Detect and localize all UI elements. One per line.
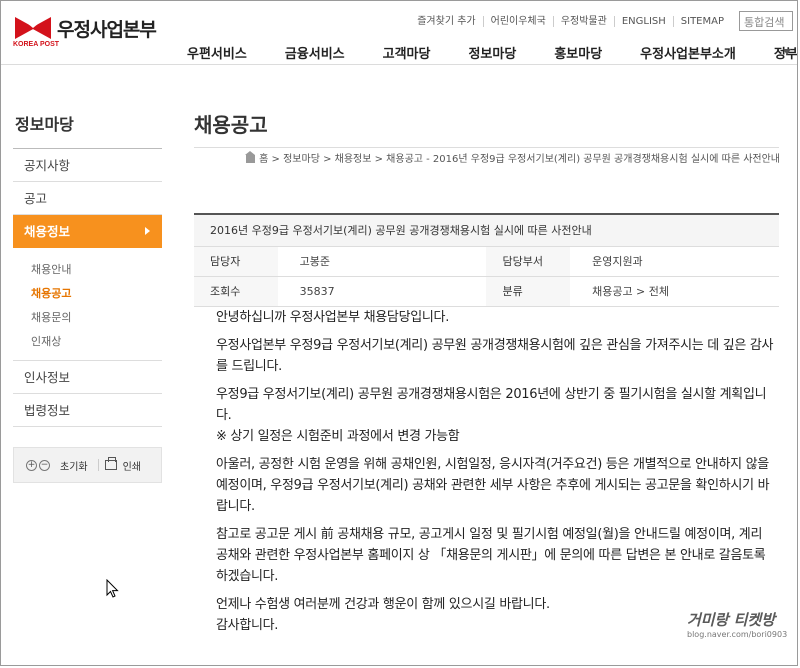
util-museum-link[interactable]: 우정박물관 [552,15,614,27]
page-title: 채용공고 [194,113,268,137]
site-header: 우정사업본부 KOREA POST 즐겨찾기 추가 어린이우체국 우정박물관 E… [1,1,797,65]
util-kids-link[interactable]: 어린이우체국 [482,15,553,27]
watermark-title: 거미랑 티켓방 [687,611,776,629]
breadcrumb: 홈 > 정보마당 > 채용정보 > 채용공고 - 2016년 우정9급 우정서기… [200,151,780,167]
table-row: 담당자 고봉준 담당부서 운영지원과 [194,247,779,277]
sub-item-recruit-notice[interactable]: 채용공고 [31,282,162,306]
main-content: 채용공고 홈 > 정보마당 > 채용정보 > 채용공고 - 2016년 우정9급… [194,101,780,633]
body-note: ※ 상기 일정은 시험준비 과정에서 변경 가능함 [216,429,460,444]
body-paragraph: 우정사업본부 우정9급 우정서기보(계리) 공무원 공개경쟁채용시험에 깊은 관… [216,338,774,374]
print-button[interactable]: 인쇄 [123,458,141,473]
post-title: 2016년 우정9급 우정서기보(계리) 공무원 공개경쟁채용시험 실시에 따른… [194,213,779,247]
site-logo[interactable]: 우정사업본부 [13,13,157,43]
views-value: 35837 [299,285,335,298]
sub-item-recruit-inquiry[interactable]: 채용문의 [31,306,162,330]
printer-icon[interactable] [104,457,117,470]
body-paragraph: 참고로 공고문 게시 前 공채채용 규모, 공고게시 일정 및 필기시험 예정일… [216,527,766,584]
dept-label: 담당부서 [486,247,571,276]
views-label: 조회수 [194,277,278,306]
sidebar-title: 정보마당 [13,101,162,149]
global-nav: 우편서비스 금융서비스 고객마당 정보마당 홍보마당 우정사업본부소개 정부 [187,43,797,62]
gnb-promotion[interactable]: 홍보마당 [554,43,602,62]
sidebar-item-notice[interactable]: 공지사항 [13,149,162,182]
sidebar-item-recruitment[interactable]: 채용정보 [13,215,162,248]
util-sitemap-link[interactable]: SITEMAP [672,15,731,27]
chevron-right-icon [145,227,150,235]
browser-frame: 우정사업본부 KOREA POST 즐겨찾기 추가 어린이우체국 우정박물관 E… [0,0,798,666]
gnb-about[interactable]: 우정사업본부소개 [640,43,736,62]
sidebar-item-announcement[interactable]: 공고 [13,182,162,215]
dept-value: 운영지원과 [592,255,643,268]
sub-item-recruit-guide[interactable]: 채용안내 [31,258,162,282]
divider [97,459,99,471]
zoom-reset-button[interactable]: 초기화 [60,458,88,473]
util-english-link[interactable]: ENGLISH [613,15,673,27]
post-info-table: 2016년 우정9급 우정서기보(계리) 공무원 공개경쟁채용시험 실시에 따른… [194,213,779,307]
sidebar-tools: + − 초기화 인쇄 [13,447,162,483]
manager-value: 고봉준 [299,255,330,268]
manager-label: 담당자 [194,247,278,276]
category-label: 분류 [486,277,571,306]
logo-subtext: KOREA POST [13,41,60,48]
divider [194,147,779,148]
breadcrumb-text: 홈 > 정보마당 > 채용정보 > 채용공고 - 2016년 우정9급 우정서기… [259,154,780,165]
gnb-customer[interactable]: 고객마당 [383,43,431,62]
sidebar-item-hr-info[interactable]: 인사정보 [13,361,162,394]
zoom-out-icon[interactable]: − [39,459,50,471]
util-bookmark-link[interactable]: 즐겨찾기 추가 [410,16,482,27]
sidebar-item-label: 채용정보 [24,224,71,239]
gnb-postal-service[interactable]: 우편서비스 [187,43,247,62]
post-body: 안녕하십니까 우정사업본부 채용담당입니다. 우정사업본부 우정9급 우정서기보… [216,307,776,636]
body-paragraph: 우정9급 우정서기보(계리) 공무원 공개경쟁채용시험은 2016년에 상반기 … [216,387,767,423]
sidebar-sub-list: 채용안내 채용공고 채용문의 인재상 [13,248,162,361]
watermark-url: blog.naver.com/bori0903 [687,630,788,639]
zoom-in-icon[interactable]: + [26,459,37,471]
blog-watermark: 거미랑 티켓방 blog.naver.com/bori0903 [687,609,787,639]
search-input[interactable]: 통합검색 [739,11,793,31]
table-row: 조회수 35837 분류 채용공고 > 전체 [194,277,779,307]
home-icon[interactable] [245,151,256,163]
scroll-down-arrow-icon[interactable] [783,49,791,55]
body-paragraph: 아울러, 공정한 시험 운영을 위해 공채인원, 시험일정, 응시자격(거주요건… [216,457,770,514]
sidebar: 정보마당 공지사항 공고 채용정보 채용안내 채용공고 채용문의 인재상 인사정… [13,101,162,483]
sub-item-talent[interactable]: 인재상 [31,330,162,354]
body-paragraph: 안녕하십니까 우정사업본부 채용담당입니다. [216,310,450,325]
utility-links: 즐겨찾기 추가 어린이우체국 우정박물관 ENGLISH SITEMAP 통합검… [410,11,793,31]
logo-text: 우정사업본부 [57,18,157,41]
korea-post-logo-icon [13,13,53,43]
category-value: 채용공고 > 전체 [592,285,670,298]
gnb-financial-service[interactable]: 금융서비스 [285,43,345,62]
gnb-info[interactable]: 정보마당 [468,43,516,62]
sidebar-item-law-info[interactable]: 법령정보 [13,394,162,427]
